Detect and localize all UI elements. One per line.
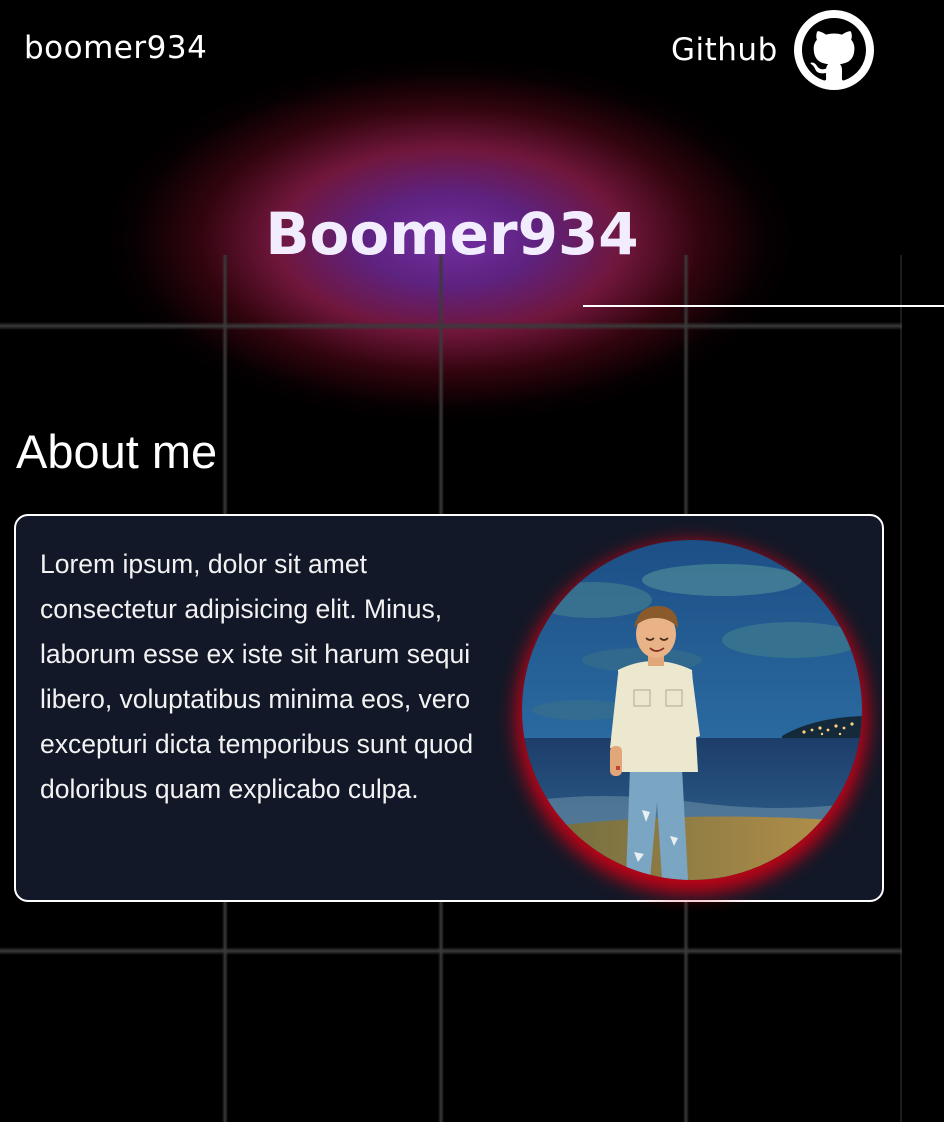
avatar-illustration xyxy=(522,540,862,880)
grid-line xyxy=(0,322,902,330)
about-card: Lorem ipsum, dolor sit amet consectetur … xyxy=(14,514,884,902)
page: boomer934 Github Boomer934 About me Lore… xyxy=(0,0,944,1122)
grid-line xyxy=(900,255,902,1122)
grid-line xyxy=(0,947,902,955)
brand-name[interactable]: boomer934 xyxy=(24,30,207,66)
hero-divider xyxy=(583,305,944,307)
hero-title: Boomer934 xyxy=(265,200,639,268)
about-heading: About me xyxy=(16,425,218,478)
github-label: Github xyxy=(671,32,778,68)
avatar xyxy=(522,540,862,880)
about-text: Lorem ipsum, dolor sit amet consectetur … xyxy=(40,549,474,804)
github-link[interactable]: Github xyxy=(671,10,874,90)
github-icon xyxy=(793,10,874,90)
